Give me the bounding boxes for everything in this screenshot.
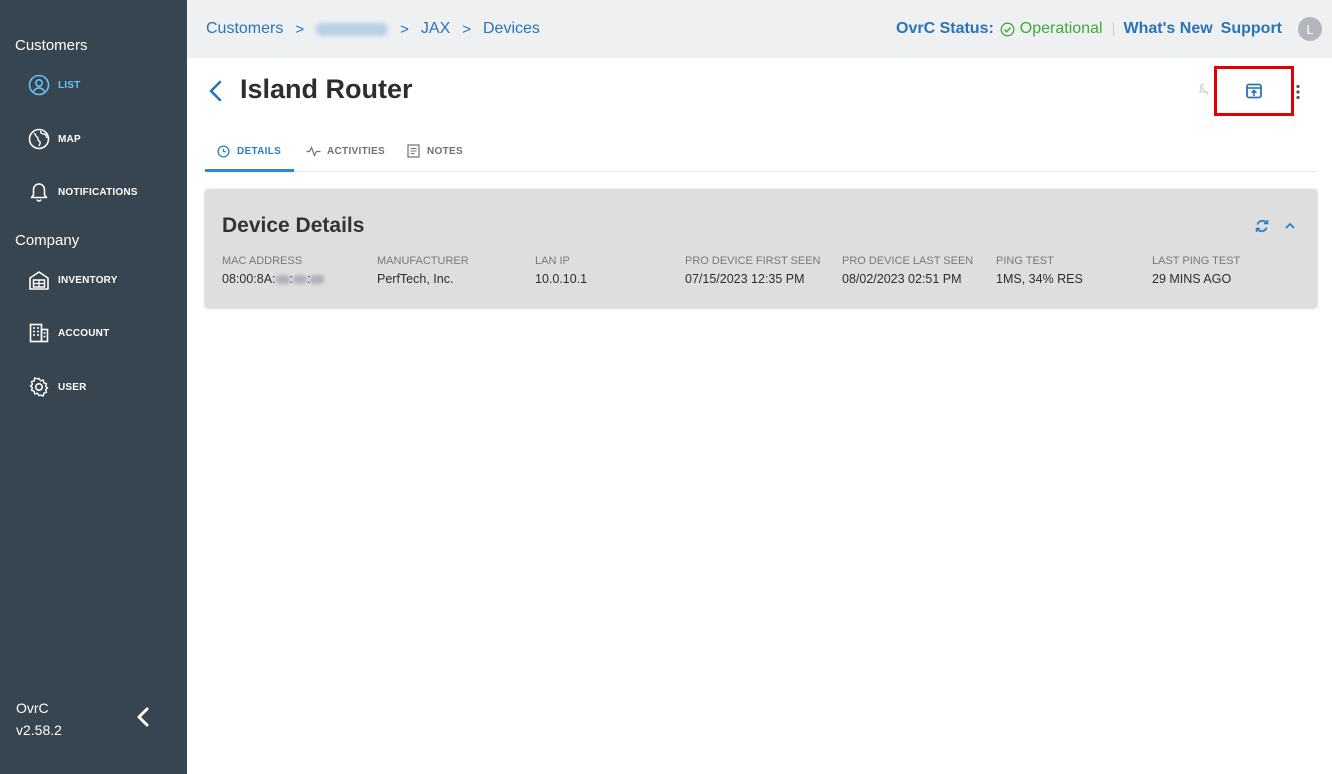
tab-label: NOTES: [427, 145, 463, 157]
tab-label: ACTIVITIES: [327, 145, 386, 157]
field-label: PRO DEVICE LAST SEEN: [842, 255, 974, 267]
field-last-seen: PRO DEVICE LAST SEEN 08/02/2023 02:51 PM: [842, 255, 973, 286]
card-title: Device Details: [222, 214, 365, 237]
tab-details[interactable]: DETAILS: [215, 130, 281, 172]
page-title: Island Router: [240, 74, 413, 104]
status-value: Operational: [1019, 20, 1103, 37]
field-lan-ip: LAN IP 10.0.10.1: [535, 255, 587, 286]
refresh-icon: [1255, 219, 1269, 233]
sidebar-item-label: USER: [58, 381, 87, 393]
field-manufacturer: MANUFACTURER PerfTech, Inc.: [377, 255, 469, 286]
field-value-mac: 08:00:8A:::: [222, 272, 325, 286]
sidebar-item-account[interactable]: ACCOUNT: [26, 318, 109, 348]
sidebar-item-label: LIST: [58, 79, 81, 91]
sidebar-item-notifications[interactable]: NOTIFICATIONS: [26, 177, 138, 207]
sidebar-item-user[interactable]: USER: [26, 372, 87, 402]
field-label: PRO DEVICE FIRST SEEN: [685, 255, 821, 267]
breadcrumb-site[interactable]: JAX: [421, 20, 450, 38]
sidebar-item-map[interactable]: MAP: [26, 124, 81, 154]
gear-icon: [26, 374, 52, 400]
field-last-ping-test: LAST PING TEST 29 MINS AGO: [1152, 255, 1240, 286]
breadcrumb-customer-name-redacted[interactable]: [316, 22, 389, 36]
open-device-ui-button[interactable]: [1241, 80, 1267, 102]
breadcrumb-customers[interactable]: Customers: [206, 20, 283, 38]
header-actions: OvrC Status: Operational What's New Supp…: [896, 17, 1322, 41]
sidebar-section-company: Company: [15, 232, 80, 249]
sidebar-item-label: ACCOUNT: [58, 327, 110, 339]
sidebar: Customers LIST MAP NOTIFICATIONS Company: [0, 0, 187, 774]
clock-icon: [215, 143, 231, 159]
bell-icon: [26, 179, 52, 205]
collapse-sidebar-button[interactable]: [130, 704, 156, 730]
breadcrumb-separator-icon: >: [400, 20, 409, 38]
whats-new-link[interactable]: What's New: [1124, 20, 1213, 38]
field-label: MAC ADDRESS: [222, 255, 303, 267]
open-in-new-window-icon: [1246, 83, 1262, 99]
sidebar-section-customers: Customers: [15, 37, 88, 54]
check-circle-icon: [1000, 22, 1015, 36]
inventory-box-icon: [26, 267, 52, 293]
breadcrumb-separator-icon: >: [462, 20, 471, 38]
sidebar-item-label: MAP: [58, 133, 81, 145]
support-link[interactable]: Support: [1221, 20, 1282, 38]
field-value: 07/15/2023 12:35 PM: [685, 272, 805, 286]
activity-icon: [305, 143, 321, 159]
more-options-button[interactable]: [1291, 80, 1305, 104]
sidebar-item-list[interactable]: LIST: [26, 70, 80, 100]
refresh-button[interactable]: [1251, 215, 1273, 237]
kebab-menu-icon: [1296, 84, 1300, 100]
field-value: PerfTech, Inc.: [377, 272, 454, 286]
back-button[interactable]: [208, 78, 230, 104]
status-indicator[interactable]: Operational: [1000, 20, 1103, 38]
user-avatar[interactable]: L: [1298, 17, 1322, 41]
sidebar-item-label: NOTIFICATIONS: [58, 186, 138, 198]
top-bar: Customers > > JAX > Devices OvrC Status:…: [187, 0, 1332, 58]
field-value: 08/02/2023 02:51 PM: [842, 272, 962, 286]
breadcrumb-devices[interactable]: Devices: [483, 20, 540, 38]
app-version: OvrC v2.58.2: [16, 697, 62, 741]
card-actions: [1245, 215, 1301, 237]
tab-bar: DETAILS ACTIVITIES NOTES: [205, 130, 1317, 172]
breadcrumb: Customers > > JAX > Devices: [206, 20, 540, 38]
chevron-up-icon: [1285, 222, 1295, 229]
field-first-seen: PRO DEVICE FIRST SEEN 07/15/2023 12:35 P…: [685, 255, 821, 286]
page-header-icons: [1196, 78, 1212, 102]
chevron-left-icon: [137, 707, 149, 727]
status-label: OvrC Status:: [896, 20, 994, 37]
field-value: 29 MINS AGO: [1152, 272, 1232, 286]
field-label: MANUFACTURER: [377, 255, 469, 267]
field-mac-address: MAC ADDRESS 08:00:8A:::: [222, 255, 325, 286]
breadcrumb-separator-icon: >: [295, 20, 305, 38]
version-number: v2.58.2: [16, 722, 62, 738]
collapse-card-button[interactable]: [1279, 215, 1301, 237]
app-name: OvrC: [16, 700, 49, 716]
person-circle-icon: [26, 72, 52, 98]
sidebar-item-inventory[interactable]: INVENTORY: [26, 265, 118, 295]
active-tab-indicator: [205, 169, 294, 172]
device-details-card: Device Details MAC ADDRESS 08:00:8A::: M…: [205, 189, 1317, 307]
field-value: 10.0.10.1: [535, 272, 588, 286]
globe-icon: [26, 126, 52, 152]
building-icon: [26, 320, 52, 346]
notification-off-icon[interactable]: [1196, 78, 1212, 102]
field-ping-test: PING TEST 1MS, 34% RES: [996, 255, 1083, 286]
header-divider: [1112, 22, 1114, 36]
tab-label: DETAILS: [237, 145, 282, 157]
tab-activities[interactable]: ACTIVITIES: [305, 130, 385, 172]
app-root: Customers LIST MAP NOTIFICATIONS Company: [0, 0, 1332, 774]
field-label: LAN IP: [535, 255, 570, 267]
field-label: PING TEST: [996, 255, 1054, 267]
tab-notes[interactable]: NOTES: [405, 130, 463, 172]
field-label: LAST PING TEST: [1152, 255, 1241, 267]
chevron-left-icon: [209, 80, 222, 102]
notes-icon: [405, 143, 421, 159]
field-value: 1MS, 34% RES: [996, 272, 1083, 286]
sidebar-item-label: INVENTORY: [58, 274, 118, 286]
